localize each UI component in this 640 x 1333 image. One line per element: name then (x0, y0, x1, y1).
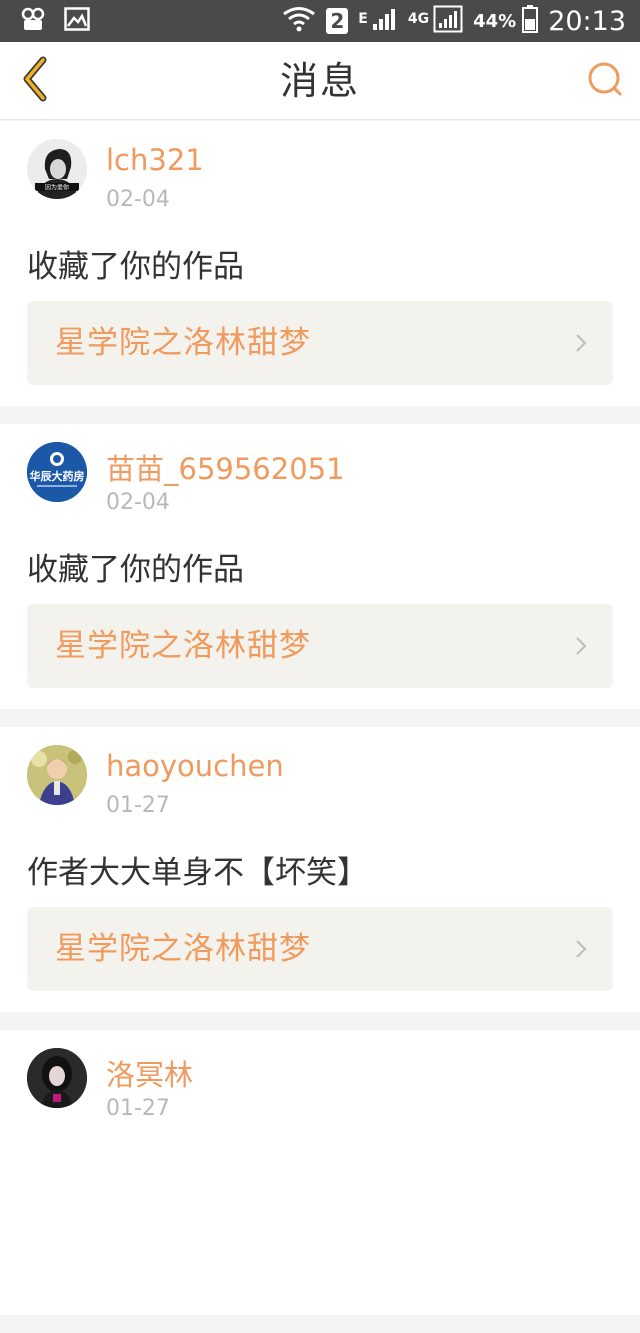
chevron-right-icon (575, 333, 587, 353)
chevron-right-icon (575, 636, 587, 656)
battery-percent: 44% (473, 10, 517, 32)
avatar[interactable]: 华辰大药房 (27, 442, 87, 502)
status-right: 2 E 4G 44% 20:13 (272, 5, 626, 37)
username[interactable]: haoyouchen (106, 749, 284, 783)
search-button[interactable] (584, 60, 626, 102)
username[interactable]: 苗苗_659562051 (106, 446, 345, 488)
message-date: 01-27 (106, 1096, 170, 1121)
message-text: 作者大大单身不【坏笑】 (27, 855, 368, 891)
message-card: 因为爱你 lch321 02-04 收藏了你的作品 星学院之洛林甜梦 (0, 121, 640, 406)
message-card: 洛冥林 01-27 (0, 1030, 640, 1315)
message-date: 02-04 (106, 490, 170, 515)
wifi-icon (282, 5, 316, 37)
avatar[interactable] (27, 1048, 87, 1108)
nav-bar: 消息 (0, 42, 640, 120)
signal-icon (372, 7, 398, 35)
status-time: 20:13 (548, 5, 626, 37)
status-left (20, 6, 90, 36)
work-link[interactable]: 星学院之洛林甜梦 (27, 907, 613, 991)
username[interactable]: lch321 (106, 143, 204, 177)
network-type-e: E (358, 11, 368, 27)
search-icon (586, 60, 624, 102)
work-title: 星学院之洛林甜梦 (55, 628, 311, 664)
message-date: 01-27 (106, 793, 170, 818)
sim-slot-badge: 2 (326, 8, 349, 34)
avatar[interactable] (27, 745, 87, 805)
battery-icon (522, 5, 539, 37)
message-text: 收藏了你的作品 (27, 552, 244, 588)
work-link[interactable]: 星学院之洛林甜梦 (27, 301, 613, 385)
status-bar: 2 E 4G 44% 20:13 (0, 0, 640, 42)
message-date: 02-04 (106, 187, 170, 212)
chevron-right-icon (575, 939, 587, 959)
work-title: 星学院之洛林甜梦 (55, 931, 311, 967)
username[interactable]: 洛冥林 (106, 1052, 193, 1094)
work-link[interactable]: 星学院之洛林甜梦 (27, 604, 613, 688)
svg-text:因为爱你: 因为爱你 (45, 184, 69, 192)
message-card: haoyouchen 01-27 作者大大单身不【坏笑】 星学院之洛林甜梦 (0, 727, 640, 1012)
message-card: 华辰大药房 苗苗_659562051 02-04 收藏了你的作品 星学院之洛林甜… (0, 424, 640, 709)
page-title: 消息 (279, 59, 360, 103)
work-title: 星学院之洛林甜梦 (55, 325, 311, 361)
app-notification-icon (20, 6, 46, 36)
svg-text:华辰大药房: 华辰大药房 (30, 469, 85, 483)
message-feed: 因为爱你 lch321 02-04 收藏了你的作品 星学院之洛林甜梦 华辰大药房… (0, 121, 640, 1333)
avatar[interactable]: 因为爱你 (27, 139, 87, 199)
message-text: 收藏了你的作品 (27, 249, 244, 285)
network-type-4g: 4G (407, 11, 430, 27)
signal-4g-icon (433, 5, 463, 37)
image-notification-icon (64, 7, 90, 35)
